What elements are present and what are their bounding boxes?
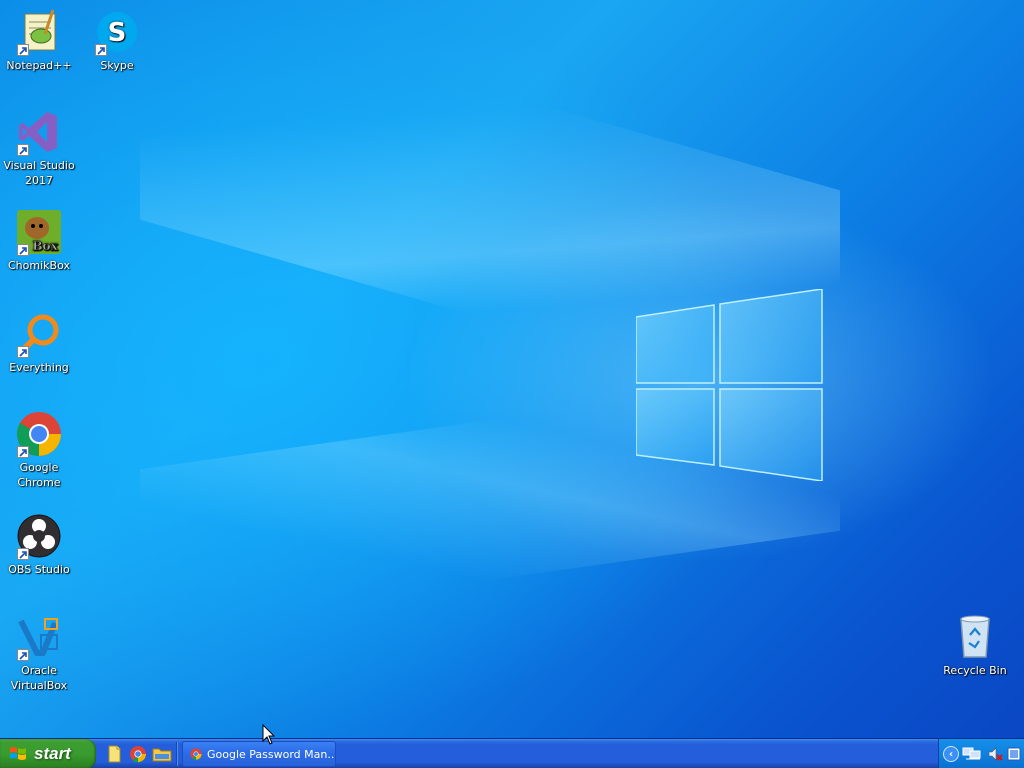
desktop-icon-label: Google Chrome xyxy=(17,461,61,489)
shortcut-arrow-icon xyxy=(17,548,29,560)
show-desktop-icon[interactable] xyxy=(104,744,124,764)
network-icon[interactable] xyxy=(962,746,984,762)
volume-muted-icon[interactable] xyxy=(987,746,1003,762)
desktop-icon-label: Oracle VirtualBox xyxy=(10,664,68,692)
desktop-icon-label: OBS Studio xyxy=(8,563,70,576)
svg-text:S: S xyxy=(108,18,127,48)
start-button[interactable]: start xyxy=(0,739,96,768)
tray-chevron-icon[interactable]: ‹ xyxy=(943,746,959,762)
desktop-icon-recycle-bin[interactable]: Recycle Bin xyxy=(936,613,1014,678)
desktop[interactable]: Notepad++ S Skype Visual Studio 2017 Box… xyxy=(0,0,1024,738)
desktop-icon-label: Skype xyxy=(100,59,134,72)
skype-icon: S xyxy=(93,8,141,56)
mouse-cursor-icon xyxy=(262,724,276,745)
obs-studio-icon xyxy=(15,512,63,560)
chrome-icon[interactable] xyxy=(128,744,148,764)
desktop-icon-chomikbox[interactable]: Box ChomikBox xyxy=(0,208,78,273)
shortcut-arrow-icon xyxy=(17,244,29,256)
desktop-icon-everything[interactable]: Everything xyxy=(0,310,78,375)
desktop-icon-label: Everything xyxy=(9,361,69,374)
windows-flag-icon xyxy=(10,747,26,760)
taskbar-button-label: Google Password Man... xyxy=(207,747,336,761)
virtualbox-icon xyxy=(15,613,63,661)
desktop-icon-visual-studio[interactable]: Visual Studio 2017 xyxy=(0,108,78,188)
chrome-icon xyxy=(15,410,63,458)
shortcut-arrow-icon xyxy=(17,346,29,358)
shortcut-arrow-icon xyxy=(17,446,29,458)
desktop-icon-obs-studio[interactable]: OBS Studio xyxy=(0,512,78,577)
desktop-icon-skype[interactable]: S Skype xyxy=(78,8,156,73)
recycle-bin-icon xyxy=(951,613,999,661)
start-label: start xyxy=(34,744,71,763)
visual-studio-icon xyxy=(15,108,63,156)
system-tray: ‹ xyxy=(938,739,1024,768)
svg-text:Box: Box xyxy=(32,239,58,253)
desktop-icon-oracle-virtualbox[interactable]: Oracle VirtualBox xyxy=(0,613,78,693)
chrome-icon xyxy=(190,748,202,761)
file-explorer-icon[interactable] xyxy=(152,744,172,764)
everything-search-icon xyxy=(15,310,63,358)
taskbar: start Google Password Man... ‹ xyxy=(0,738,1024,768)
shortcut-arrow-icon xyxy=(17,649,29,661)
shortcut-arrow-icon xyxy=(17,144,29,156)
desktop-icon-notepadpp[interactable]: Notepad++ xyxy=(0,8,78,73)
desktop-icon-google-chrome[interactable]: Google Chrome xyxy=(0,410,78,490)
chomikbox-icon: Box xyxy=(15,208,63,256)
windows-logo-wallpaper xyxy=(636,289,823,481)
shortcut-arrow-icon xyxy=(17,44,29,56)
quick-launch-bar xyxy=(104,744,172,764)
taskbar-button-google-password-manager[interactable]: Google Password Man... xyxy=(182,741,336,767)
tray-app-icon[interactable] xyxy=(1006,746,1022,762)
shortcut-arrow-icon xyxy=(95,44,107,56)
desktop-icon-label: ChomikBox xyxy=(8,259,70,272)
taskbar-separator xyxy=(176,742,178,766)
desktop-icon-label: Notepad++ xyxy=(6,59,72,72)
notepadpp-icon xyxy=(15,8,63,56)
desktop-icon-label: Recycle Bin xyxy=(943,664,1007,677)
desktop-icon-label: Visual Studio 2017 xyxy=(3,159,75,187)
